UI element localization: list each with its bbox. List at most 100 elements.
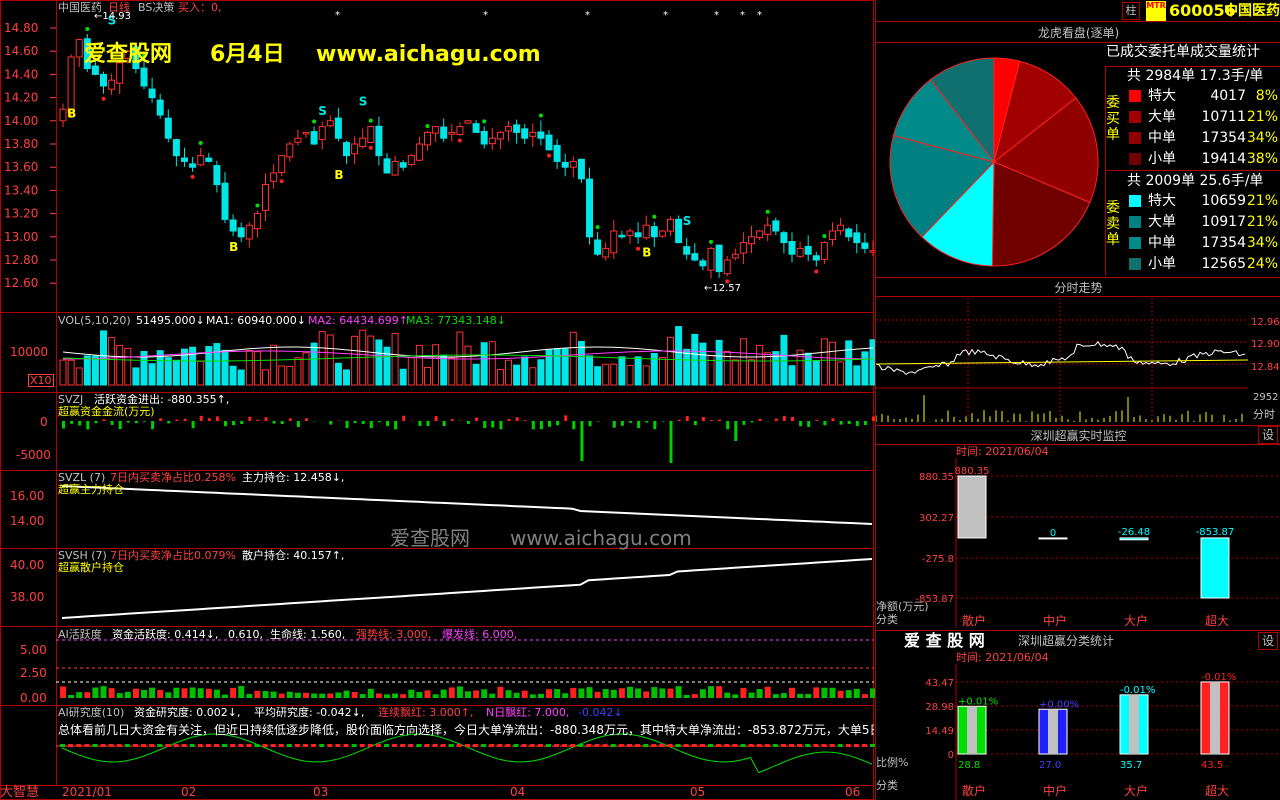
fund-flow-bar: [742, 421, 746, 425]
candle-body: [472, 123, 480, 133]
fund-flow-bar: [240, 421, 244, 424]
classify-bar-chart: 43.47 28.98 14.49 0 +0.01% 28.8 散户 +0.00% 27.0 中户…: [925, 664, 1280, 800]
fund-flow-bar: [78, 421, 82, 426]
volume-bar: [253, 351, 261, 386]
fund-flow-bar: [523, 420, 527, 421]
research-bar: [748, 744, 754, 747]
col-button[interactable]: 柱: [1122, 2, 1140, 20]
row-pct: 21%: [1246, 214, 1278, 230]
volume-bar: [75, 367, 83, 386]
candle-body: [286, 143, 294, 158]
activity-bar: [400, 694, 407, 698]
activity-bar: [367, 688, 374, 698]
monitor-settings-button[interactable]: 设: [1258, 426, 1278, 444]
fund-flow-bar: [855, 421, 859, 426]
research-bar: [845, 744, 851, 747]
candle-body: [197, 155, 205, 166]
candle-body: [172, 139, 180, 157]
research-bar: [311, 744, 317, 747]
fund-flow-bar: [118, 421, 122, 429]
volume-bar: [415, 344, 423, 386]
sell-side-label: 委卖单: [1106, 200, 1120, 248]
activity-bar: [124, 691, 131, 698]
volume-bar: [602, 363, 610, 386]
signal-dot: [190, 174, 195, 179]
candle-body: [505, 126, 512, 132]
fund-flow-bar: [394, 421, 398, 430]
row-count: 19414: [1201, 151, 1246, 167]
buy-row: 大单 10711 21%: [1126, 107, 1280, 127]
candle-body: [642, 224, 650, 239]
fund-flow-bar: [774, 418, 778, 421]
activity-bar: [724, 692, 731, 698]
fund-flow-bar: [847, 421, 851, 424]
research-bar: [570, 744, 576, 747]
fund-flow-bar: [280, 421, 284, 425]
row-pct: 24%: [1246, 256, 1278, 272]
vol-ma2: MA2: 64434.699↑: [308, 314, 408, 327]
activity-bar: [821, 687, 828, 698]
classify-axis-label: 28.98: [925, 702, 954, 713]
research-bar: [481, 744, 487, 747]
strategy-label[interactable]: BS决策: [138, 2, 174, 13]
monitor-unit: 净额(万元): [876, 600, 929, 613]
research-bar: [416, 744, 422, 747]
candle-body: [262, 184, 269, 211]
watermark-date: 6月4日: [210, 42, 285, 67]
candle-body: [310, 131, 318, 145]
activity-bar: [173, 687, 180, 698]
volume-bar: [448, 357, 456, 386]
research-bar: [529, 744, 535, 747]
candle-body: [861, 242, 869, 249]
research-bar: [408, 744, 414, 747]
fund-flow-bar: [110, 421, 114, 425]
research-bar: [635, 744, 641, 747]
research-bar: [554, 744, 560, 747]
timechart-title[interactable]: 分时走势: [876, 277, 1280, 297]
fund-flow-bar: [126, 421, 130, 423]
buy-row: 小单 19414 38%: [1126, 149, 1280, 169]
research-bar: [132, 744, 138, 747]
row-pct: 34%: [1246, 235, 1278, 251]
classify-settings-button[interactable]: 设: [1258, 632, 1278, 650]
activity-bar: [238, 686, 245, 698]
activity-bar: [311, 693, 318, 698]
volume-bar: [618, 356, 626, 386]
research-bar: [505, 744, 511, 747]
fund-flow-bar: [823, 421, 827, 426]
sell-row: 特大 10659 21%: [1126, 191, 1280, 211]
activity-bar: [392, 693, 399, 698]
dragon-title[interactable]: 龙虎看盘(逐单): [876, 23, 1280, 43]
fund-flow-bar: [94, 421, 98, 424]
footer-brand: 大智慧: [0, 785, 40, 800]
activity-bar: [213, 689, 220, 698]
signal-dot: [279, 179, 284, 184]
activity-bar: [456, 686, 463, 698]
row-count: 10917: [1201, 214, 1246, 230]
main-chart-area[interactable]: 14.80 14.60 14.40 14.20 14.00 13.80 13.60 13.40…: [0, 0, 875, 800]
star-marker: *: [585, 10, 590, 21]
activity-bar: [675, 686, 682, 698]
volume-bar: [464, 345, 472, 386]
activity-bar: [651, 687, 658, 698]
volume-bar: [699, 342, 707, 386]
research-bar: [173, 744, 179, 747]
candle-body: [748, 236, 755, 245]
activity-bar: [84, 692, 91, 698]
fund-flow-bar: [207, 418, 211, 421]
activity-bar: [100, 686, 107, 698]
date-label-2: 03: [313, 785, 329, 799]
volume-bar: [537, 359, 545, 386]
activity-bar: [797, 693, 804, 698]
legend-swatch: [1129, 258, 1141, 270]
volume-bar: [837, 361, 845, 386]
activity-bar: [197, 688, 204, 698]
volume-bar: [424, 366, 431, 386]
row-count: 12565: [1201, 256, 1246, 272]
research-bar: [546, 744, 551, 747]
row-pct: 34%: [1246, 130, 1278, 146]
research-bar: [683, 744, 689, 747]
candle-body: [108, 79, 116, 90]
activity-bar: [643, 691, 650, 698]
volume-bar: [132, 367, 140, 386]
